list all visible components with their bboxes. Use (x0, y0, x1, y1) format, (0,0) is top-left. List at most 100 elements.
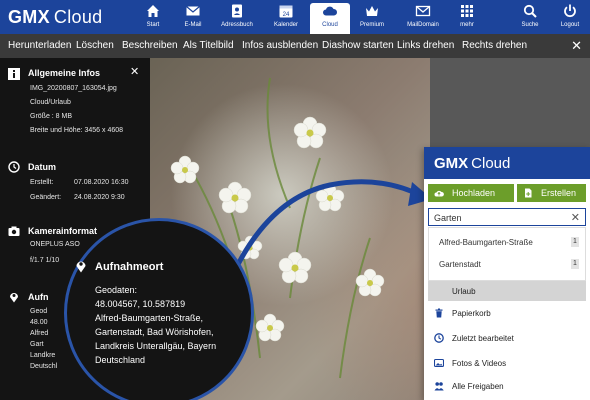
file-name: IMG_20200807_163054.jpg (30, 85, 117, 92)
date-title: Datum (28, 162, 57, 172)
top-navigation-bar: GMX Cloud Start E-Mail Adressbuch 24 Kale… (0, 0, 590, 34)
cloud-icon (323, 6, 338, 16)
location-partial-line: Landkre (30, 352, 56, 359)
photos-icon (434, 358, 444, 368)
location-pin-icon (10, 293, 18, 303)
suggestion-count: 1 (571, 259, 579, 269)
sidebar-item-zuletzt-bearbeitet[interactable]: Zuletzt bearbeitet (428, 328, 586, 348)
nav-mehr[interactable]: mehr (447, 3, 487, 33)
address-region: Landkreis Unterallgäu, Bayern (95, 341, 217, 351)
maildomain-icon (415, 5, 431, 17)
geodata-label: Geodaten: (95, 285, 138, 295)
logo-bold: GMX (8, 7, 50, 27)
nav-email-label: E-Mail (184, 22, 202, 28)
shares-icon (434, 382, 444, 391)
suggestion-item[interactable]: Gartenstadt (439, 260, 481, 269)
sidebar-item-label: Papierkorb (452, 309, 491, 318)
cloud-sidebar: GMX Cloud Hochladen Erstellen Garten ✕ Al… (424, 147, 590, 400)
nav-suche-label: Suche (521, 22, 539, 28)
describe-button[interactable]: Beschreiben (122, 40, 178, 51)
general-info-title: Allgemeine Infos (28, 68, 101, 78)
sidebar-item-label: Zuletzt bearbeitet (452, 334, 514, 343)
geodata-coordinates: 48.004567, 10.587819 (95, 299, 186, 309)
location-title: Aufnahmeort (95, 261, 164, 273)
delete-button[interactable]: Löschen (76, 40, 114, 51)
nav-start[interactable]: Start (133, 3, 173, 33)
sidebar-item-urlaub[interactable]: Urlaub (428, 281, 586, 301)
sidebar-item-label: Alle Freigaben (452, 382, 504, 391)
camera-settings: f/1.7 1/10 (30, 257, 60, 264)
upload-button[interactable]: Hochladen (428, 184, 514, 202)
created-value: 07.08.2020 16:30 (74, 179, 129, 186)
sidebar-item-label: Urlaub (452, 287, 476, 296)
search-suggestions: Alfred-Baumgarten-Straße 1 Gartenstadt 1 (428, 227, 586, 281)
search-input[interactable]: Garten ✕ (428, 208, 586, 226)
trash-icon (435, 308, 443, 318)
home-icon (147, 5, 159, 17)
nav-email[interactable]: E-Mail (173, 3, 213, 33)
location-title-partial: Aufn (28, 292, 49, 302)
location-pin-icon (76, 261, 86, 273)
upload-cloud-icon (434, 190, 444, 197)
gmx-cloud-logo[interactable]: GMX Cloud (8, 7, 102, 28)
sidebar-item-papierkorb[interactable]: Papierkorb (428, 303, 586, 323)
modified-value: 24.08.2020 9:30 (74, 194, 125, 201)
location-partial-line: 48.00 (30, 319, 48, 326)
sidebar-item-label: Fotos & Videos (452, 359, 507, 368)
create-button[interactable]: Erstellen (517, 184, 586, 202)
location-partial-line: Alfred (30, 330, 49, 337)
rotate-right-button[interactable]: Rechts drehen (462, 40, 527, 51)
crown-icon (366, 6, 378, 16)
logo-light: Cloud (53, 7, 103, 27)
sidebar-item-alle-freigaben[interactable]: Alle Freigaben (428, 376, 586, 396)
modified-label: Geändert: (30, 194, 62, 201)
sidebar-logo: GMX Cloud (434, 155, 510, 172)
nav-maildomain[interactable]: MailDomain (403, 3, 443, 33)
calendar-badge: 24 (283, 12, 290, 18)
address-city: Gartenstadt, Bad Wörishofen, (95, 327, 214, 337)
nav-suche[interactable]: Suche (510, 3, 550, 33)
download-button[interactable]: Herunterladen (8, 40, 71, 51)
camera-icon (8, 226, 20, 236)
close-viewer-icon[interactable]: ✕ (571, 38, 582, 54)
start-slideshow-button[interactable]: Diashow starten (322, 40, 394, 51)
nav-kalender[interactable]: 24 Kalender (266, 3, 306, 33)
grid-icon (461, 5, 473, 17)
nav-start-label: Start (146, 22, 160, 28)
create-label: Erstellen (541, 188, 577, 198)
mail-icon (186, 6, 200, 16)
nav-premium[interactable]: Premium (352, 3, 392, 33)
calendar-icon: 24 (279, 5, 293, 18)
set-title-image-button[interactable]: Als Titelbild (183, 40, 234, 51)
close-info-icon[interactable]: ✕ (130, 65, 139, 78)
file-size: Größe : 8 MB (30, 113, 73, 120)
suggestion-count: 1 (571, 237, 579, 247)
sidebar-item-fotos-videos[interactable]: Fotos & Videos (428, 353, 586, 373)
suggestion-item[interactable]: Alfred-Baumgarten-Straße (439, 238, 533, 247)
file-dimensions: Breite und Höhe: 3456 x 4608 (30, 127, 124, 134)
info-icon (8, 68, 20, 80)
location-partial-line: Geod (30, 308, 48, 315)
nav-adressbuch[interactable]: Adressbuch (217, 3, 257, 33)
addressbook-icon (232, 4, 242, 18)
address-street: Alfred-Baumgarten-Straße, (95, 313, 204, 323)
address-country: Deutschland (95, 355, 146, 365)
location-partial-line: Deutschl (30, 363, 58, 370)
camera-title: Kamerainformat (28, 226, 98, 236)
power-icon (564, 4, 576, 18)
hide-info-button[interactable]: Infos ausblenden (242, 40, 318, 51)
rotate-left-button[interactable]: Links drehen (397, 40, 454, 51)
camera-model: ONEPLUS ASO (30, 241, 80, 248)
nav-cloud-label: Cloud (322, 22, 338, 28)
nav-kalender-label: Kalender (273, 22, 299, 28)
nav-cloud[interactable]: Cloud (310, 3, 350, 34)
sidebar-logo-light: Cloud (471, 155, 511, 172)
nav-mehr-label: mehr (460, 22, 474, 28)
search-value: Garten (434, 213, 462, 223)
clock-icon (8, 161, 20, 173)
new-document-icon (525, 188, 532, 198)
image-toolbar: Herunterladen Löschen Beschreiben Als Ti… (0, 34, 590, 58)
nav-logout[interactable]: Logout (550, 3, 590, 33)
clear-search-icon[interactable]: ✕ (571, 211, 580, 224)
file-path: Cloud/Urlaub (30, 99, 71, 106)
